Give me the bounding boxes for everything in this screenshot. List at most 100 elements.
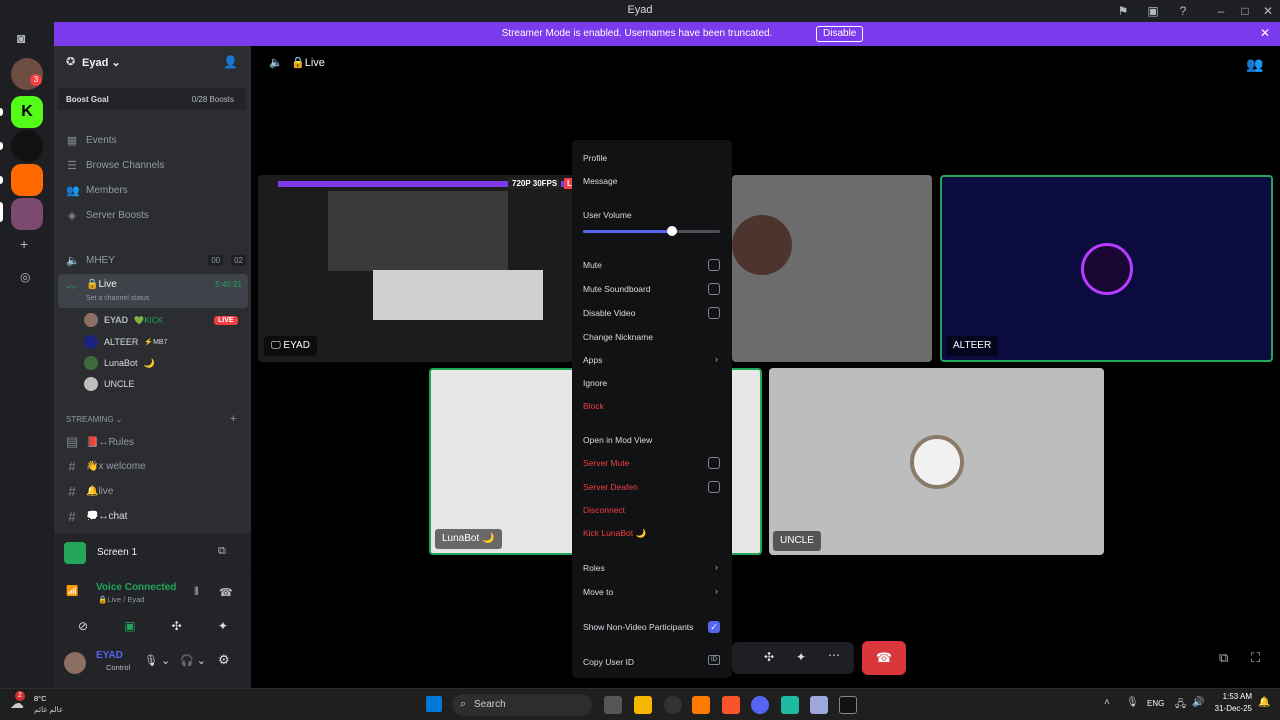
mute-checkbox[interactable] — [708, 259, 720, 271]
noise-suppression-icon[interactable]: ⦀ — [194, 586, 199, 599]
volume-icon[interactable]: 🔊 — [1192, 697, 1204, 708]
category-streaming[interactable]: STREAMING ⌄ — [66, 415, 123, 424]
voice-user-lunabot[interactable]: LunaBot 🌙 — [84, 356, 155, 370]
menu-show-non-video[interactable]: Show Non-Video Participants — [583, 622, 693, 632]
microphone-icon[interactable]: 🎙 ⌄ — [144, 654, 170, 667]
capcut-icon[interactable] — [839, 696, 857, 714]
help-icon[interactable]: ? — [1175, 3, 1191, 19]
inbox-icon[interactable]: ▣ — [1145, 3, 1161, 19]
menu-ignore[interactable]: Ignore — [583, 378, 607, 388]
mute-soundboard-checkbox[interactable] — [708, 283, 720, 295]
discord-icon[interactable] — [751, 696, 769, 714]
disable-video-checkbox[interactable] — [708, 307, 720, 319]
menu-change-nickname[interactable]: Change Nickname — [583, 332, 653, 342]
video-tile-alteer[interactable]: ALTEER — [940, 175, 1273, 362]
language-indicator[interactable]: ENG — [1147, 699, 1164, 708]
server-icon-kick[interactable]: K — [11, 96, 43, 128]
notepad-icon[interactable] — [810, 696, 828, 714]
invite-icon[interactable]: 👤 — [223, 55, 238, 69]
cloud-app-icon[interactable] — [692, 696, 710, 714]
server-icon-orange[interactable] — [11, 164, 43, 196]
menu-roles[interactable]: Roles — [583, 563, 605, 573]
activities-icon[interactable]: ✣ — [764, 650, 774, 664]
menu-mute[interactable]: Mute — [583, 260, 602, 270]
server-icon-alteer[interactable] — [11, 130, 43, 162]
nav-server-boosts[interactable]: ◈ Server Boosts — [66, 209, 149, 222]
menu-server-deafen[interactable]: Server Deafen — [583, 482, 638, 492]
notification-bell-icon[interactable]: 🔔 — [1258, 697, 1270, 708]
panel-username[interactable]: EYAD — [96, 650, 123, 661]
boost-goal-bar[interactable]: Boost Goal 0/28 Boosts — [58, 88, 246, 110]
members-list-icon[interactable]: 👥 — [1246, 56, 1263, 73]
soundboard-icon[interactable]: ✦ — [218, 619, 228, 633]
menu-disconnect[interactable]: Disconnect — [583, 505, 625, 515]
text-channel-live[interactable]: # 🔔live — [66, 484, 113, 499]
voice-channel-mhey[interactable]: 🔈 MHEY 00 02 — [66, 254, 246, 267]
voice-user-uncle[interactable]: UNCLE — [84, 377, 135, 391]
show-non-video-checkbox[interactable]: ✓ — [708, 621, 720, 633]
more-options-icon[interactable]: ⋯ — [828, 648, 840, 662]
volume-knob[interactable] — [667, 226, 678, 236]
voice-connected-label[interactable]: Voice Connected — [96, 582, 176, 593]
menu-disable-video[interactable]: Disable Video — [583, 308, 635, 318]
nav-browse-channels[interactable]: ☰ Browse Channels — [66, 159, 164, 172]
discover-icon[interactable]: ◎ — [20, 270, 30, 284]
brave-browser-icon[interactable] — [722, 696, 740, 714]
add-server-icon[interactable]: + — [20, 236, 28, 252]
stream-tile-eyad[interactable]: 720P 30FPS LIVE 🖵 EYAD — [258, 175, 578, 362]
clock-date[interactable]: 31-Dec-25 — [1206, 704, 1252, 713]
clock-time[interactable]: 1:53 AM — [1212, 692, 1252, 701]
menu-profile[interactable]: Profile — [583, 153, 607, 163]
close-window-icon[interactable]: ✕ — [1260, 3, 1276, 19]
fullscreen-icon[interactable]: ⛶ — [1251, 650, 1260, 666]
tray-chevron-icon[interactable]: ˄ — [1104, 697, 1110, 708]
server-mute-checkbox[interactable] — [708, 457, 720, 469]
text-channel-rules[interactable]: ▤ 📕↔Rules — [66, 434, 134, 450]
nav-members[interactable]: 👥 Members — [66, 184, 128, 197]
network-icon[interactable]: 🖧 — [1175, 697, 1186, 714]
add-channel-icon[interactable]: + — [230, 413, 236, 425]
voice-channel-live[interactable]: 〰 🔒Live 5:40:21 Set a channel status — [58, 274, 248, 308]
headphones-icon[interactable]: 🎧 ⌄ — [180, 654, 206, 667]
camera-off-icon[interactable]: ⊘ — [78, 619, 88, 633]
channel-status-hint[interactable]: Set a channel status — [86, 295, 149, 302]
menu-mute-soundboard[interactable]: Mute Soundboard — [583, 284, 651, 294]
maximize-icon[interactable]: □ — [1237, 3, 1253, 19]
settings-gear-icon[interactable]: ⚙ — [218, 652, 230, 668]
tray-mic-icon[interactable]: 🎙 — [1126, 697, 1139, 708]
popout-icon[interactable]: ⧉ — [218, 545, 226, 558]
leave-call-button[interactable]: ☎ — [862, 641, 906, 675]
menu-kick[interactable]: Kick LunaBot 🌙 — [583, 528, 646, 539]
menu-block[interactable]: Block — [583, 401, 604, 411]
close-banner-icon[interactable]: ✕ — [1260, 26, 1270, 40]
video-tile-eyad[interactable] — [732, 175, 932, 362]
app-icon[interactable] — [781, 696, 799, 714]
task-view-icon[interactable] — [604, 696, 622, 714]
soundboard-icon[interactable]: ✦ — [796, 650, 806, 664]
video-tile-uncle[interactable]: UNCLE — [769, 368, 1104, 555]
avatar[interactable] — [64, 652, 86, 674]
windows-start-icon[interactable] — [426, 696, 442, 712]
menu-message[interactable]: Message — [583, 176, 618, 186]
taskbar-search[interactable]: ⌕ Search — [452, 694, 592, 716]
share-screen-icon[interactable]: ▣ — [124, 619, 135, 633]
disconnect-icon[interactable]: ☎ — [219, 586, 233, 599]
menu-server-mute[interactable]: Server Mute — [583, 458, 629, 468]
server-deafen-checkbox[interactable] — [708, 481, 720, 493]
menu-copy-user-id[interactable]: Copy User ID — [583, 657, 634, 667]
text-channel-chat[interactable]: # 💭↔chat — [66, 509, 127, 524]
direct-messages-icon[interactable]: ◙ — [17, 30, 25, 46]
file-explorer-icon[interactable] — [634, 696, 652, 714]
minimize-icon[interactable]: – — [1213, 3, 1229, 19]
voice-user-alteer[interactable]: ALTEER ⚡MB7 — [84, 335, 167, 349]
disable-streamer-mode-button[interactable]: Disable — [816, 26, 864, 42]
server-header[interactable]: ✪ Eyad ⌄ 👤 — [54, 46, 251, 80]
text-channel-welcome[interactable]: # 👋x welcome — [66, 459, 145, 474]
menu-apps[interactable]: Apps — [583, 355, 602, 365]
activities-icon[interactable]: ✣ — [172, 619, 182, 633]
menu-move-to[interactable]: Move to — [583, 587, 613, 597]
flag-icon[interactable]: ⚑ — [1115, 3, 1131, 19]
server-icon-eyad[interactable] — [11, 198, 43, 230]
obs-icon[interactable] — [664, 696, 682, 714]
volume-slider[interactable] — [583, 226, 720, 236]
